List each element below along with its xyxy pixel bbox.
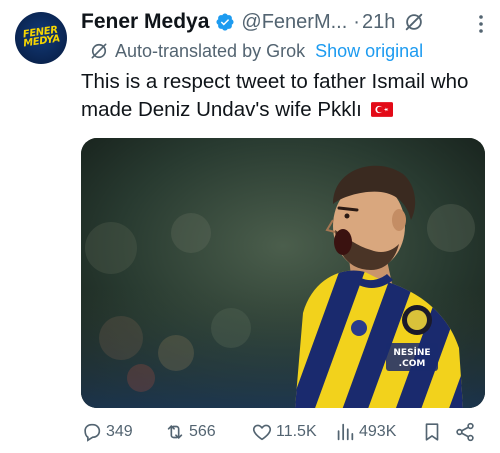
show-original-link[interactable]: Show original	[315, 41, 423, 62]
avatar-logo: FENER MEDYA	[20, 25, 62, 50]
tweet-header: Fener Medya @FenerM... · 21h	[81, 8, 491, 36]
bookmark-button[interactable]	[421, 418, 443, 446]
reply-count: 349	[106, 423, 133, 440]
jersey-sponsor-line-1: NESİNE	[393, 347, 430, 358]
jersey-sponsor-line-2: .COM	[399, 359, 426, 369]
share-button[interactable]	[454, 418, 476, 446]
tweet-text: This is a respect tweet to father Ismail…	[81, 68, 491, 124]
repost-count: 566	[189, 423, 216, 440]
separator-dot: ·	[353, 10, 360, 33]
share-icon	[456, 422, 474, 442]
verified-badge-icon	[215, 12, 235, 32]
bookmark-icon	[425, 423, 439, 441]
tweet-time[interactable]: 21h	[362, 11, 395, 34]
reply-icon	[84, 423, 101, 442]
avatar[interactable]: FENER MEDYA	[15, 12, 67, 64]
more-options-icon[interactable]	[478, 14, 484, 34]
repost-icon	[167, 425, 183, 439]
turkey-flag-icon	[371, 97, 394, 117]
repost-button[interactable]: 566	[164, 418, 216, 446]
tweet-media-image[interactable]: NESİNE .COM	[81, 138, 485, 408]
heart-icon	[252, 424, 272, 441]
translation-label: Auto-translated by Grok	[115, 40, 306, 61]
like-count: 11.5K	[276, 423, 317, 440]
author-name[interactable]: Fener Medya	[81, 10, 209, 34]
like-button[interactable]: 11.5K	[251, 418, 317, 446]
views-count: 493K	[359, 423, 397, 440]
views-button[interactable]: 493K	[334, 418, 396, 446]
translation-notice: Auto-translated by Grok Show original	[89, 38, 423, 64]
reply-button[interactable]: 349	[81, 418, 133, 446]
grok-icon[interactable]	[403, 11, 425, 33]
author-handle[interactable]: @FenerM...	[241, 11, 347, 34]
tweet-action-bar: 349 566 11.5K 493K	[81, 418, 491, 446]
views-chart-icon	[337, 423, 354, 441]
tweet-body: This is a respect tweet to father Ismail…	[81, 70, 469, 121]
grok-translate-icon	[89, 41, 109, 61]
